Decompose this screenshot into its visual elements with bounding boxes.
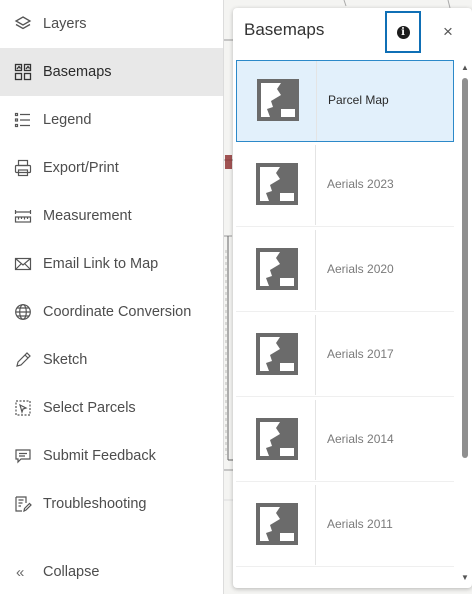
basemap-thumbnail [237,61,317,141]
info-icon: i [396,25,410,39]
sidebar-item-label: Email Link to Map [43,256,159,272]
checklist-pencil-icon [14,495,32,513]
select-icon [14,399,32,417]
envelope-icon [14,255,32,273]
sidebar-item-submit-feedback[interactable]: Submit Feedback [0,432,223,480]
basemap-label: Aerials 2014 [327,432,394,446]
basemap-item-parcel-map[interactable]: Parcel Map [236,60,454,142]
sidebar-item-label: Export/Print [43,160,119,176]
sidebar-item-label: Basemaps [43,64,112,80]
basemap-placeholder-icon [256,503,298,545]
basemap-label: Aerials 2020 [327,262,394,276]
scroll-down-arrow-icon[interactable]: ▼ [461,574,469,582]
sidebar: Layers Basemaps Legend Export/Print Meas… [0,0,224,594]
basemap-item-aerials-2020[interactable]: Aerials 2020 [236,230,454,312]
info-button[interactable]: i [385,11,421,53]
sidebar-item-sketch[interactable]: Sketch [0,336,223,384]
basemap-thumbnail [236,230,316,310]
sidebar-item-label: Troubleshooting [43,496,147,512]
basemap-thumbnail [236,400,316,480]
basemap-label: Parcel Map [328,93,389,107]
basemap-placeholder-icon [256,418,298,460]
legend-icon [14,111,32,129]
basemap-gallery: Parcel Map Aerials 2023 Aerials 2020 Aer… [233,60,472,588]
chevron-double-left-icon: « [16,563,24,581]
sidebar-item-label: Legend [43,112,92,128]
sidebar-item-measurement[interactable]: Measurement [0,192,223,240]
basemaps-panel: Basemaps i × Parcel Map Aerials 2023 Aer… [233,8,472,588]
layers-icon [14,15,32,33]
basemap-item-aerials-2023[interactable]: Aerials 2023 [236,145,454,227]
measure-icon [14,207,32,225]
sidebar-item-label: Measurement [43,208,132,224]
sidebar-item-label: Coordinate Conversion [43,304,192,320]
scroll-thumb[interactable] [462,78,468,458]
basemap-placeholder-icon [256,163,298,205]
basemap-placeholder-icon [256,333,298,375]
basemap-label: Aerials 2023 [327,177,394,191]
print-icon [14,159,32,177]
basemap-placeholder-icon [257,79,299,121]
sidebar-item-layers[interactable]: Layers [0,0,223,48]
sidebar-item-basemaps[interactable]: Basemaps [0,48,223,96]
sidebar-item-select-parcels[interactable]: Select Parcels [0,384,223,432]
scroll-up-arrow-icon[interactable]: ▲ [461,64,469,72]
sidebar-item-troubleshooting[interactable]: Troubleshooting [0,480,223,528]
basemap-item-aerials-2014[interactable]: Aerials 2014 [236,400,454,482]
basemap-gallery-icon [14,63,32,81]
close-button[interactable]: × [437,21,459,43]
sidebar-item-coordinate-conversion[interactable]: Coordinate Conversion [0,288,223,336]
sidebar-item-legend[interactable]: Legend [0,96,223,144]
basemap-label: Aerials 2011 [327,517,393,531]
speech-bubble-icon [14,447,32,465]
sidebar-item-label: Submit Feedback [43,448,156,464]
globe-icon [14,303,32,321]
collapse-label: Collapse [43,564,100,580]
basemap-thumbnail [236,315,316,395]
basemap-thumbnail [236,485,316,565]
sidebar-item-label: Sketch [43,352,88,368]
sidebar-item-export-print[interactable]: Export/Print [0,144,223,192]
basemap-label: Aerials 2017 [327,347,394,361]
basemap-thumbnail [236,145,316,225]
pencil-icon [14,351,32,369]
basemap-item-aerials-2017[interactable]: Aerials 2017 [236,315,454,397]
sidebar-item-email-link[interactable]: Email Link to Map [0,240,223,288]
basemap-placeholder-icon [256,248,298,290]
sidebar-item-label: Select Parcels [43,400,136,416]
panel-title: Basemaps [244,20,325,39]
gallery-scrollbar[interactable]: ▲ ▼ [461,64,469,584]
collapse-button[interactable]: « Collapse [0,548,223,596]
sidebar-item-label: Layers [43,16,87,32]
basemap-item-aerials-2011[interactable]: Aerials 2011 [236,485,454,567]
